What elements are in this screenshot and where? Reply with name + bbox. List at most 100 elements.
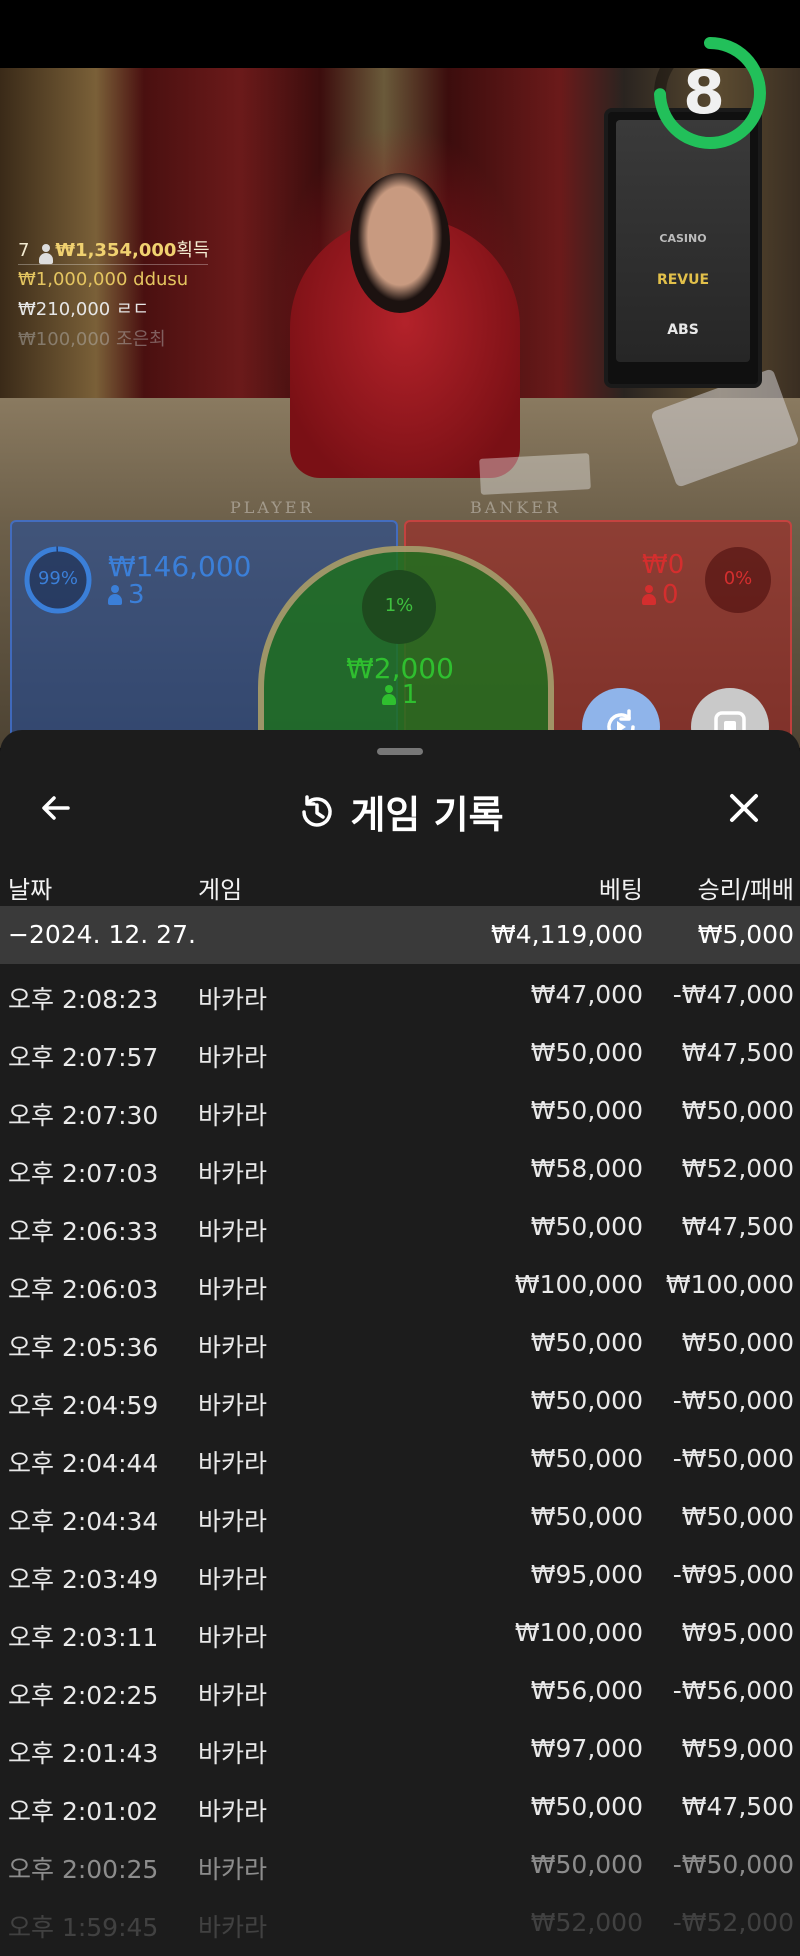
banker-bet-amount: ₩0 bbox=[642, 550, 685, 580]
game-history-sheet: 게임 기록 날짜 게임 베팅 승리/패배 −2024. 12. 27. ₩4,1… bbox=[0, 730, 800, 1956]
row-time: 오후 2:04:34 bbox=[8, 1507, 159, 1536]
row-time: 오후 2:04:44 bbox=[8, 1449, 159, 1478]
row-game: 바카라 bbox=[198, 1565, 268, 1594]
history-row[interactable]: 오후 2:07:03 바카라 ₩58,000 ₩52,000 bbox=[0, 1140, 800, 1198]
history-row[interactable]: 오후 2:04:44 바카라 ₩50,000 -₩50,000 bbox=[0, 1430, 800, 1488]
winner-name: 조은최 bbox=[115, 329, 166, 350]
history-row[interactable]: 오후 2:01:02 바카라 ₩50,000 ₩47,500 bbox=[0, 1778, 800, 1836]
row-result: -₩47,000 bbox=[672, 980, 794, 1009]
history-row[interactable]: 오후 2:06:33 바카라 ₩50,000 ₩47,500 bbox=[0, 1198, 800, 1256]
row-game: 바카라 bbox=[198, 1043, 268, 1072]
row-bet: ₩50,000 bbox=[530, 1212, 643, 1241]
history-icon bbox=[302, 794, 333, 827]
history-row[interactable]: 오후 2:05:36 바카라 ₩50,000 ₩50,000 bbox=[0, 1314, 800, 1372]
row-result: ₩50,000 bbox=[681, 1328, 794, 1357]
row-game: 바카라 bbox=[198, 1739, 268, 1768]
history-row[interactable]: 오후 2:08:23 바카라 ₩47,000 -₩47,000 bbox=[0, 966, 800, 1024]
row-result: ₩100,000 bbox=[665, 1270, 794, 1299]
row-bet: ₩100,000 bbox=[514, 1618, 643, 1647]
tie-bettor-count: 1 bbox=[300, 680, 500, 710]
history-row[interactable]: 오후 2:04:59 바카라 ₩50,000 -₩50,000 bbox=[0, 1372, 800, 1430]
winner-name: ddusu bbox=[133, 269, 189, 290]
winner-total-amount: ₩1,354,000 bbox=[55, 240, 177, 261]
history-row[interactable]: 오후 2:07:57 바카라 ₩50,000 ₩47,500 bbox=[0, 1024, 800, 1082]
history-row[interactable]: 오후 2:06:03 바카라 ₩100,000 ₩100,000 bbox=[0, 1256, 800, 1314]
monitor-brand-abs: ABS bbox=[667, 322, 699, 338]
row-result: ₩50,000 bbox=[681, 1096, 794, 1125]
row-bet: ₩58,000 bbox=[530, 1154, 643, 1183]
row-game: 바카라 bbox=[198, 1159, 268, 1188]
row-game: 바카라 bbox=[198, 1333, 268, 1362]
row-bet: ₩56,000 bbox=[530, 1676, 643, 1705]
dealer-head bbox=[350, 173, 450, 313]
row-game: 바카라 bbox=[198, 1391, 268, 1420]
row-result: -₩56,000 bbox=[672, 1676, 794, 1705]
banker-bettor-count: 0 bbox=[642, 580, 679, 610]
row-time: 오후 2:03:11 bbox=[8, 1623, 159, 1652]
sheet-header: 게임 기록 bbox=[0, 766, 800, 850]
row-result: ₩47,500 bbox=[681, 1038, 794, 1067]
column-header-win-loss: 승리/패배 bbox=[697, 876, 794, 904]
row-result: ₩47,500 bbox=[681, 1212, 794, 1241]
close-icon bbox=[730, 794, 758, 822]
monitor-brand-casino: CASINO bbox=[659, 232, 707, 245]
date-group-row[interactable]: −2024. 12. 27. ₩4,119,000 ₩5,000 bbox=[0, 906, 800, 964]
close-button[interactable] bbox=[718, 782, 770, 834]
table-header: 날짜 게임 베팅 승리/패배 bbox=[0, 858, 800, 908]
row-result: -₩50,000 bbox=[672, 1850, 794, 1879]
row-bet: ₩52,000 bbox=[530, 1908, 643, 1937]
row-time: 오후 2:05:36 bbox=[8, 1333, 159, 1362]
row-time: 오후 2:02:25 bbox=[8, 1681, 159, 1710]
row-game: 바카라 bbox=[198, 1101, 268, 1130]
history-row[interactable]: 오후 1:59:45 바카라 ₩52,000 -₩52,000 bbox=[0, 1894, 800, 1952]
row-time: 오후 2:07:57 bbox=[8, 1043, 159, 1072]
row-time: 오후 2:07:03 bbox=[8, 1159, 159, 1188]
sheet-drag-handle[interactable] bbox=[377, 748, 423, 755]
winner-total: 7 ₩1,354,000획득 bbox=[18, 236, 210, 266]
row-time: 오후 2:04:59 bbox=[8, 1391, 159, 1420]
row-result: ₩47,500 bbox=[681, 1792, 794, 1821]
row-bet: ₩50,000 bbox=[530, 1850, 643, 1879]
winner-amount: ₩1,000,000 bbox=[18, 269, 128, 290]
row-game: 바카라 bbox=[198, 1623, 268, 1652]
row-result: ₩50,000 bbox=[681, 1502, 794, 1531]
row-time: 오후 2:06:33 bbox=[8, 1217, 159, 1246]
history-row[interactable]: 오후 2:04:34 바카라 ₩50,000 ₩50,000 bbox=[0, 1488, 800, 1546]
row-game: 바카라 bbox=[198, 1449, 268, 1478]
column-header-bet: 베팅 bbox=[598, 876, 643, 904]
history-list: 오후 2:08:23 바카라 ₩47,000 -₩47,000 오후 2:07:57 바카… bbox=[0, 966, 800, 1952]
row-game: 바카라 bbox=[198, 1507, 268, 1536]
row-bet: ₩50,000 bbox=[530, 1386, 643, 1415]
row-result: ₩52,000 bbox=[681, 1154, 794, 1183]
row-game: 바카라 bbox=[198, 1797, 268, 1826]
row-time: 오후 2:07:30 bbox=[8, 1101, 159, 1130]
column-header-game: 게임 bbox=[198, 876, 243, 904]
row-result: ₩95,000 bbox=[681, 1618, 794, 1647]
row-time: 오후 2:00:25 bbox=[8, 1855, 159, 1884]
row-time: 오후 1:59:45 bbox=[8, 1913, 159, 1942]
history-row[interactable]: 오후 2:03:49 바카라 ₩95,000 -₩95,000 bbox=[0, 1546, 800, 1604]
group-date: −2024. 12. 27. bbox=[8, 920, 196, 949]
person-icon bbox=[642, 585, 656, 605]
countdown-number: 8 bbox=[683, 58, 725, 128]
sheet-title: 게임 기록 bbox=[0, 784, 800, 839]
row-time: 오후 2:01:43 bbox=[8, 1739, 159, 1768]
row-bet: ₩97,000 bbox=[530, 1734, 643, 1763]
felt-label-banker: BANKER bbox=[470, 498, 561, 517]
winner-amount: ₩100,000 bbox=[18, 329, 111, 350]
history-row[interactable]: 오후 2:07:30 바카라 ₩50,000 ₩50,000 bbox=[0, 1082, 800, 1140]
winner-amount: ₩210,000 bbox=[18, 299, 111, 320]
row-result: -₩50,000 bbox=[672, 1386, 794, 1415]
history-row[interactable]: 오후 2:03:11 바카라 ₩100,000 ₩95,000 bbox=[0, 1604, 800, 1662]
row-bet: ₩100,000 bbox=[514, 1270, 643, 1299]
row-game: 바카라 bbox=[198, 1913, 268, 1942]
winner-row: ₩1,000,000 ddusu bbox=[18, 265, 210, 295]
history-row[interactable]: 오후 2:00:25 바카라 ₩50,000 -₩50,000 bbox=[0, 1836, 800, 1894]
history-row[interactable]: 오후 2:02:25 바카라 ₩56,000 -₩56,000 bbox=[0, 1662, 800, 1720]
history-row[interactable]: 오후 2:01:43 바카라 ₩97,000 ₩59,000 bbox=[0, 1720, 800, 1778]
player-bettor-count: 3 bbox=[108, 580, 145, 610]
row-result: -₩52,000 bbox=[672, 1908, 794, 1937]
row-game: 바카라 bbox=[198, 985, 268, 1014]
row-bet: ₩50,000 bbox=[530, 1328, 643, 1357]
row-bet: ₩47,000 bbox=[530, 980, 643, 1009]
